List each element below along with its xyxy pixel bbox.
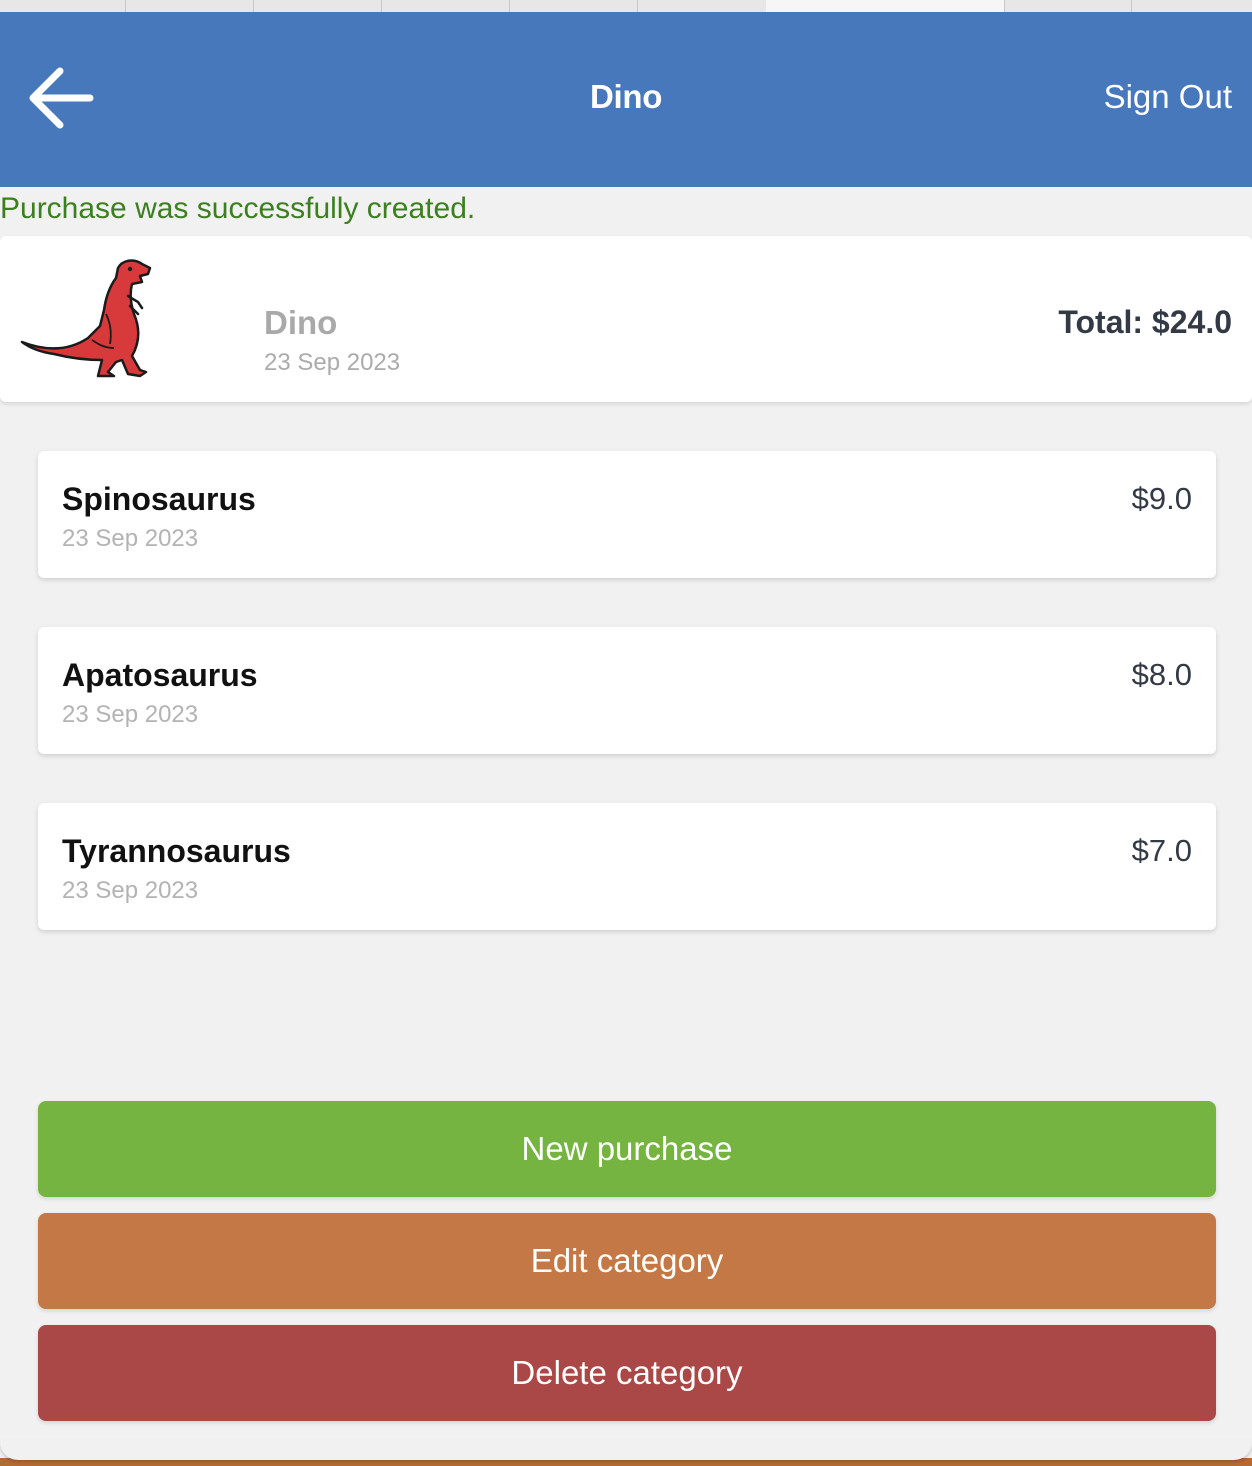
dinosaur-icon bbox=[20, 259, 152, 378]
page-title: Dino bbox=[589, 78, 663, 115]
purchase-name: Tyrannosaurus bbox=[62, 833, 291, 869]
category-total: Total: $24.0 bbox=[1058, 304, 1232, 340]
tab-separator bbox=[1004, 0, 1005, 12]
tab-separator bbox=[253, 0, 254, 12]
category-summary-card: Dino 23 Sep 2023 Total: $24.0 bbox=[0, 236, 1252, 402]
purchase-amount: $8.0 bbox=[1131, 657, 1192, 692]
purchase-date: 23 Sep 2023 bbox=[62, 701, 199, 728]
purchase-name: Spinosaurus bbox=[62, 481, 256, 517]
purchase-item[interactable]: Tyrannosaurus 23 Sep 2023 $7.0 bbox=[38, 803, 1216, 930]
category-date: 23 Sep 2023 bbox=[264, 349, 401, 376]
flash-notice: Purchase was successfully created. bbox=[0, 192, 476, 225]
delete-category-button[interactable]: Delete category bbox=[38, 1325, 1216, 1421]
purchase-date: 23 Sep 2023 bbox=[62, 525, 199, 552]
purchase-name: Apatosaurus bbox=[62, 657, 258, 693]
category-name: Dino bbox=[264, 304, 338, 341]
tab-separator bbox=[381, 0, 382, 12]
edit-category-button[interactable]: Edit category bbox=[38, 1213, 1216, 1309]
sign-out-link[interactable]: Sign Out bbox=[1104, 78, 1232, 116]
tab-separator bbox=[125, 0, 126, 12]
purchase-amount: $7.0 bbox=[1131, 833, 1192, 868]
active-browser-tab[interactable] bbox=[766, 0, 1004, 12]
purchase-date: 23 Sep 2023 bbox=[62, 877, 199, 904]
tab-separator bbox=[509, 0, 510, 12]
purchase-item[interactable]: Apatosaurus 23 Sep 2023 $8.0 bbox=[38, 627, 1216, 754]
purchase-amount: $9.0 bbox=[1131, 481, 1192, 516]
new-purchase-button[interactable]: New purchase bbox=[38, 1101, 1216, 1197]
app-header: Dino Sign Out bbox=[0, 12, 1252, 187]
window-bottom-edge bbox=[0, 1440, 1252, 1466]
tab-separator bbox=[1131, 0, 1132, 12]
tab-separator bbox=[637, 0, 638, 12]
purchase-item[interactable]: Spinosaurus 23 Sep 2023 $9.0 bbox=[38, 451, 1216, 578]
